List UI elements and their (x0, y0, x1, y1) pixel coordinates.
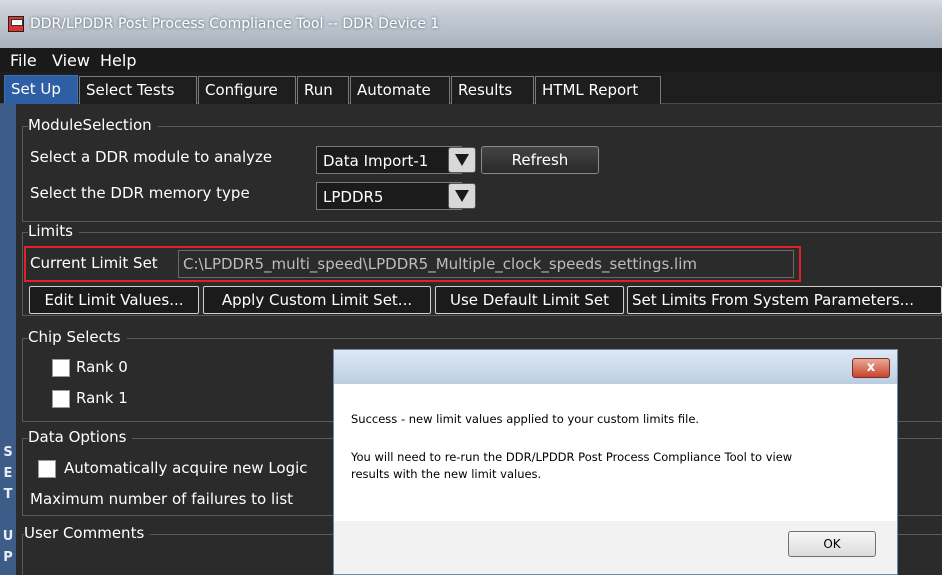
dialog-message-line2: You will need to re-run the DDR/LPDDR Po… (351, 450, 793, 464)
menu-file[interactable]: File (10, 51, 37, 70)
auto-acquire-checkbox[interactable] (38, 460, 56, 478)
side-letter-s: S (3, 445, 13, 460)
tab-configure[interactable]: Configure (198, 76, 296, 104)
tab-results[interactable]: Results (451, 76, 534, 104)
dialog-message-line3: results with the new limit values. (351, 467, 542, 481)
apply-custom-limit-set-button[interactable]: Apply Custom Limit Set... (203, 286, 431, 314)
refresh-button[interactable]: Refresh (481, 146, 599, 174)
limits-title: Limits (28, 222, 79, 240)
module-select-combo[interactable]: Data Import-1 (316, 146, 462, 174)
setup-side-strip: S E T U P (0, 104, 16, 575)
tab-automate[interactable]: Automate (350, 76, 450, 104)
module-selection-group (22, 126, 942, 222)
rank-1-label: Rank 1 (76, 389, 128, 407)
side-letter-e: E (3, 466, 13, 481)
data-options-title: Data Options (28, 428, 133, 446)
memory-type-value: LPDDR5 (323, 188, 384, 206)
set-limits-from-system-button[interactable]: Set Limits From System Parameters... (627, 286, 942, 314)
memory-dropdown-icon[interactable] (448, 183, 476, 209)
dialog-body: Success - new limit values applied to yo… (334, 384, 897, 521)
module-selection-title: ModuleSelection (28, 116, 158, 134)
memory-type-label: Select the DDR memory type (30, 184, 250, 202)
dialog-ok-button[interactable]: OK (788, 531, 876, 557)
module-select-value: Data Import-1 (323, 152, 429, 170)
auto-acquire-label: Automatically acquire new Logic (64, 459, 308, 477)
dialog-titlebar[interactable] (334, 350, 897, 384)
chip-selects-title: Chip Selects (28, 328, 127, 346)
tab-html-report[interactable]: HTML Report (535, 76, 661, 104)
module-select-label: Select a DDR module to analyze (30, 148, 273, 166)
side-letter-t: T (3, 487, 13, 502)
window-titlebar[interactable]: DDR/LPDDR Post Process Compliance Tool -… (0, 0, 942, 48)
menu-bar: File View Help (0, 48, 942, 72)
app-icon (8, 16, 24, 32)
current-limit-path: C:\LPDDR5_multi_speed\LPDDR5_Multiple_cl… (178, 250, 794, 278)
edit-limit-values-button[interactable]: Edit Limit Values... (29, 286, 199, 314)
success-dialog: x Success - new limit values applied to … (333, 349, 898, 575)
menu-view[interactable]: View (52, 51, 90, 70)
user-comments-title: User Comments (24, 524, 151, 542)
menu-help[interactable]: Help (100, 51, 136, 70)
dialog-message-line1: Success - new limit values applied to yo… (351, 412, 700, 426)
use-default-limit-set-button[interactable]: Use Default Limit Set (435, 286, 624, 314)
dialog-close-icon[interactable]: x (852, 358, 890, 378)
side-letter-p: P (3, 550, 13, 565)
tab-select-tests[interactable]: Select Tests (79, 76, 197, 104)
current-limit-label: Current Limit Set (30, 254, 158, 272)
max-failures-label: Maximum number of failures to list (30, 490, 294, 508)
module-dropdown-icon[interactable] (448, 147, 476, 173)
side-letter-u: U (2, 529, 14, 544)
window-title: DDR/LPDDR Post Process Compliance Tool -… (30, 16, 440, 32)
rank-0-checkbox[interactable] (52, 359, 70, 377)
rank-0-label: Rank 0 (76, 358, 128, 376)
side-strip-label: S E T U P (2, 442, 14, 568)
tab-bar: Set Up Select Tests Configure Run Automa… (0, 72, 942, 104)
memory-type-combo[interactable]: LPDDR5 (316, 182, 462, 210)
side-letter-gap (2, 505, 14, 526)
tab-run[interactable]: Run (297, 76, 349, 104)
tab-set-up[interactable]: Set Up (4, 75, 78, 104)
rank-1-checkbox[interactable] (52, 390, 70, 408)
